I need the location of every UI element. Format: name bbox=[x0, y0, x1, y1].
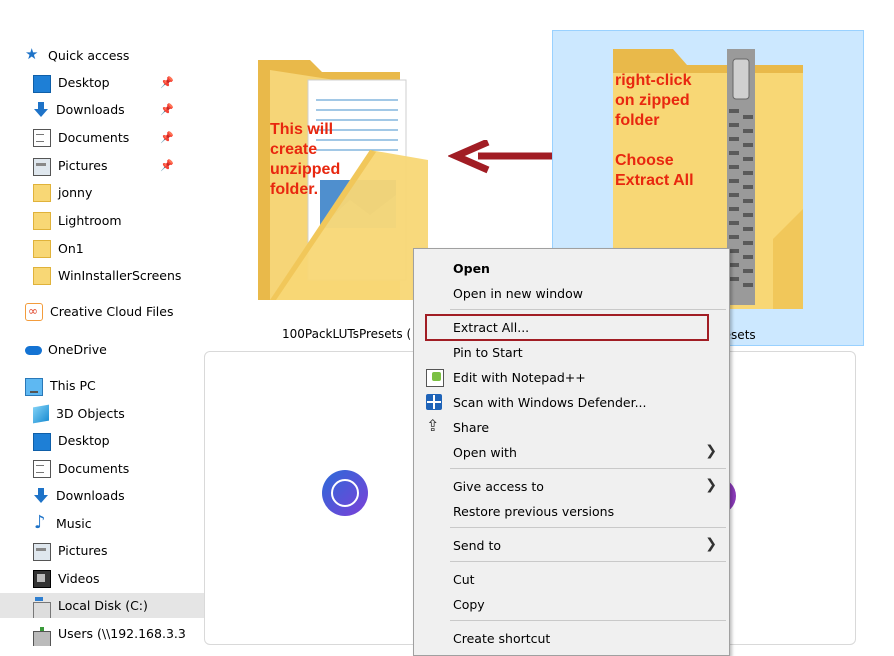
menu-item-label: Create shortcut bbox=[453, 630, 551, 646]
nav-quick-access[interactable]: Quick access bbox=[0, 43, 201, 68]
documents-icon bbox=[33, 128, 51, 147]
menu-separator bbox=[450, 561, 726, 562]
onedrive-icon bbox=[25, 342, 42, 358]
menu-separator bbox=[450, 309, 726, 310]
nav-label: Pictures bbox=[58, 543, 108, 558]
menu-item-give-access[interactable]: Give access to ❯ bbox=[414, 474, 729, 498]
menu-item-label: Share bbox=[453, 419, 490, 435]
menu-item-pin-to-start[interactable]: Pin to Start bbox=[414, 340, 729, 364]
music-icon bbox=[33, 512, 49, 533]
pin-icon[interactable]: 📌 bbox=[160, 103, 174, 116]
nav-onedrive[interactable]: OneDrive bbox=[0, 337, 201, 362]
menu-item-copy[interactable]: Copy bbox=[414, 592, 729, 616]
notepad-icon bbox=[426, 369, 444, 387]
nav-label: Documents bbox=[58, 130, 130, 145]
menu-item-label: Restore previous versions bbox=[453, 503, 615, 519]
computer-icon bbox=[25, 377, 43, 396]
folder-icon bbox=[33, 239, 51, 258]
menu-item-label: Edit with Notepad++ bbox=[453, 369, 586, 385]
menu-item-share[interactable]: Share bbox=[414, 415, 729, 439]
nav-label: WinInstallerScreens bbox=[58, 268, 182, 283]
nav-label: Desktop bbox=[58, 433, 110, 448]
menu-separator bbox=[450, 527, 726, 528]
pin-icon[interactable]: 📌 bbox=[160, 159, 174, 172]
chevron-right-icon: ❯ bbox=[705, 536, 717, 552]
network-drive-icon bbox=[33, 626, 51, 646]
nav-label: OneDrive bbox=[48, 342, 107, 357]
menu-item-label: Send to bbox=[453, 537, 502, 553]
nav-label: Downloads bbox=[56, 488, 125, 503]
nav-label: Music bbox=[56, 516, 92, 531]
menu-item-label: Extract All... bbox=[453, 319, 530, 335]
menu-separator bbox=[450, 468, 726, 469]
on1-app-icon[interactable] bbox=[322, 470, 368, 516]
nav-label: Downloads bbox=[56, 102, 125, 117]
menu-item-label: Open with bbox=[453, 444, 517, 460]
menu-item-open-new-window[interactable]: Open in new window bbox=[414, 281, 729, 305]
3d-objects-icon bbox=[33, 404, 49, 423]
nav-label: Videos bbox=[58, 571, 100, 586]
nav-this-pc[interactable]: This PC bbox=[0, 373, 201, 398]
menu-item-label: Cut bbox=[453, 571, 475, 587]
chevron-right-icon: ❯ bbox=[705, 477, 717, 493]
desktop-icon bbox=[33, 432, 51, 451]
left-annotation-text: This will create unzipped folder. bbox=[270, 121, 341, 198]
nav-label: Users (\\192.168.3.3 bbox=[58, 626, 186, 641]
nav-label: Quick access bbox=[48, 48, 130, 63]
menu-item-scan-defender[interactable]: Scan with Windows Defender... bbox=[414, 390, 729, 414]
menu-item-label: Open bbox=[453, 260, 490, 276]
pictures-icon bbox=[33, 157, 51, 176]
menu-item-open-with[interactable]: Open with ❯ bbox=[414, 440, 729, 464]
menu-item-label: Pin to Start bbox=[453, 344, 523, 360]
menu-item-label: Scan with Windows Defender... bbox=[453, 394, 647, 410]
pin-icon[interactable]: 📌 bbox=[160, 131, 174, 144]
nav-label: Lightroom bbox=[58, 213, 122, 228]
menu-item-open[interactable]: Open bbox=[414, 256, 729, 280]
chevron-right-icon: ❯ bbox=[705, 443, 717, 459]
folder-icon bbox=[33, 266, 51, 285]
nav-label: Documents bbox=[58, 461, 130, 476]
navigation-pane: Quick access Desktop 📌 Downloads 📌 Docum… bbox=[0, 0, 209, 656]
nav-label: Desktop bbox=[58, 75, 110, 90]
nav-label: jonny bbox=[58, 185, 93, 200]
menu-item-label: Give access to bbox=[453, 478, 544, 494]
defender-icon bbox=[426, 394, 442, 410]
right-annotation-text: right-click on zipped folder Choose Extr… bbox=[615, 72, 694, 189]
star-icon bbox=[25, 45, 41, 64]
pictures-icon bbox=[33, 542, 51, 561]
share-icon bbox=[426, 416, 442, 435]
downloads-icon bbox=[33, 101, 49, 118]
unzipped-folder-label: 100PackLUTsPresets ( bbox=[282, 327, 412, 341]
nav-creative-cloud[interactable]: Creative Cloud Files bbox=[0, 299, 201, 324]
nav-label: This PC bbox=[50, 378, 96, 393]
context-menu: Open Open in new window Extract All... P… bbox=[413, 248, 730, 656]
menu-item-cut[interactable]: Cut bbox=[414, 567, 729, 591]
menu-item-label: Open in new window bbox=[453, 285, 583, 301]
nav-label: 3D Objects bbox=[56, 406, 125, 421]
nav-label: On1 bbox=[58, 241, 84, 256]
pin-icon[interactable]: 📌 bbox=[160, 76, 174, 89]
folder-icon bbox=[33, 183, 51, 202]
creative-cloud-icon bbox=[25, 302, 43, 321]
menu-item-extract-all[interactable]: Extract All... bbox=[414, 315, 729, 339]
menu-item-restore-versions[interactable]: Restore previous versions bbox=[414, 499, 729, 523]
menu-item-create-shortcut[interactable]: Create shortcut bbox=[414, 626, 729, 650]
desktop-icon bbox=[33, 74, 51, 93]
local-disk-icon bbox=[33, 596, 51, 618]
documents-icon bbox=[33, 459, 51, 478]
menu-separator bbox=[450, 620, 726, 621]
videos-icon bbox=[33, 569, 51, 588]
menu-item-label: Copy bbox=[453, 596, 485, 612]
folder-icon bbox=[33, 211, 51, 230]
menu-item-send-to[interactable]: Send to ❯ bbox=[414, 533, 729, 557]
nav-label: Creative Cloud Files bbox=[50, 304, 174, 319]
nav-label: Local Disk (C:) bbox=[58, 598, 148, 613]
menu-item-edit-notepad[interactable]: Edit with Notepad++ bbox=[414, 365, 729, 389]
nav-label: Pictures bbox=[58, 158, 108, 173]
downloads-icon bbox=[33, 487, 49, 504]
